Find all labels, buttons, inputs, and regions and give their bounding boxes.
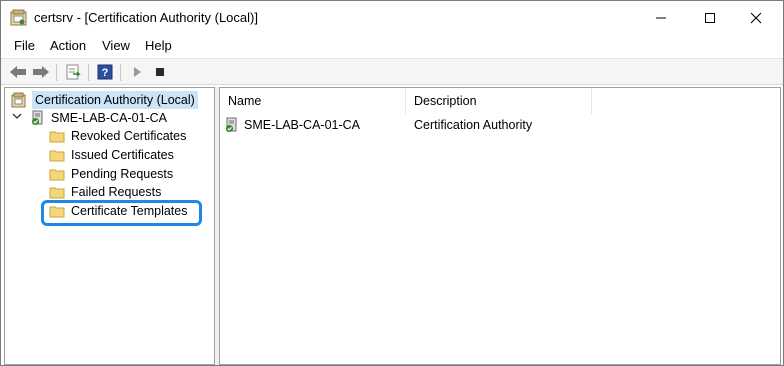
list-cell-name: SME-LAB-CA-01-CA [244,118,360,132]
certsrv-icon [10,9,27,26]
column-header-description[interactable]: Description [406,88,592,114]
console-tree: Certification Authority (Local) SME-LAB-… [4,87,215,365]
highlight-annotation [41,200,202,226]
tree-item-label: Failed Requests [71,185,162,199]
tree-item-label: Revoked Certificates [71,129,187,143]
list-cell-description: Certification Authority [414,118,533,132]
export-list-icon[interactable] [63,63,83,81]
tree-item-pending-requests[interactable]: Pending Requests [49,165,209,183]
close-button[interactable] [733,1,779,34]
mmc-window: certsrv - [Certification Authority (Loca… [0,0,784,366]
tree-item-ca-label: SME-LAB-CA-01-CA [51,111,167,125]
minimize-button[interactable] [638,1,684,34]
menu-help[interactable]: Help [145,38,172,53]
tree-item-ca[interactable]: SME-LAB-CA-01-CA [9,109,209,127]
folder-icon [49,187,65,199]
menu-action[interactable]: Action [50,38,86,53]
tree-root-item[interactable]: Certification Authority (Local) [9,91,209,109]
play-icon[interactable] [127,63,147,81]
tree-item-issued-certificates[interactable]: Issued Certificates [49,146,209,164]
help-icon[interactable]: ? [95,63,115,81]
tree-item-label: Pending Requests [71,167,174,181]
folder-icon [49,150,65,162]
certsrv-icon [11,92,26,108]
close-icon [750,12,762,23]
svg-text:?: ? [102,67,109,79]
column-header-name[interactable]: Name [220,88,406,114]
minimize-icon [656,17,666,18]
menu-file[interactable]: File [14,38,35,53]
ca-server-icon [226,117,237,132]
title-bar: certsrv - [Certification Authority (Loca… [1,1,783,34]
tree-root-label: Certification Authority (Local) [32,91,198,109]
list-header: Name Description [220,88,780,114]
maximize-button[interactable] [687,1,733,34]
back-arrow-icon[interactable] [8,63,28,81]
maximize-icon [705,12,715,23]
ca-server-icon [32,110,43,125]
stop-icon[interactable] [150,63,170,81]
chevron-down-icon[interactable] [12,109,22,127]
toolbar: ? [1,58,783,85]
tree-item-label: Issued Certificates [71,148,174,162]
tree-item-revoked-certificates[interactable]: Revoked Certificates [49,127,209,145]
toolbar-separator [120,64,121,81]
menu-view[interactable]: View [102,38,130,53]
folder-icon [49,169,65,181]
menu-bar: File Action View Help [1,35,783,57]
toolbar-separator [56,64,57,81]
list-item[interactable]: SME-LAB-CA-01-CA Certification Authority [220,115,780,135]
window-title: certsrv - [Certification Authority (Loca… [34,10,258,25]
forward-arrow-icon[interactable] [31,63,51,81]
folder-icon [49,131,65,143]
results-pane: Name Description SME-LAB-CA-01-CA Certif… [219,87,781,365]
tree-item-failed-requests[interactable]: Failed Requests [49,183,209,201]
toolbar-separator [88,64,89,81]
